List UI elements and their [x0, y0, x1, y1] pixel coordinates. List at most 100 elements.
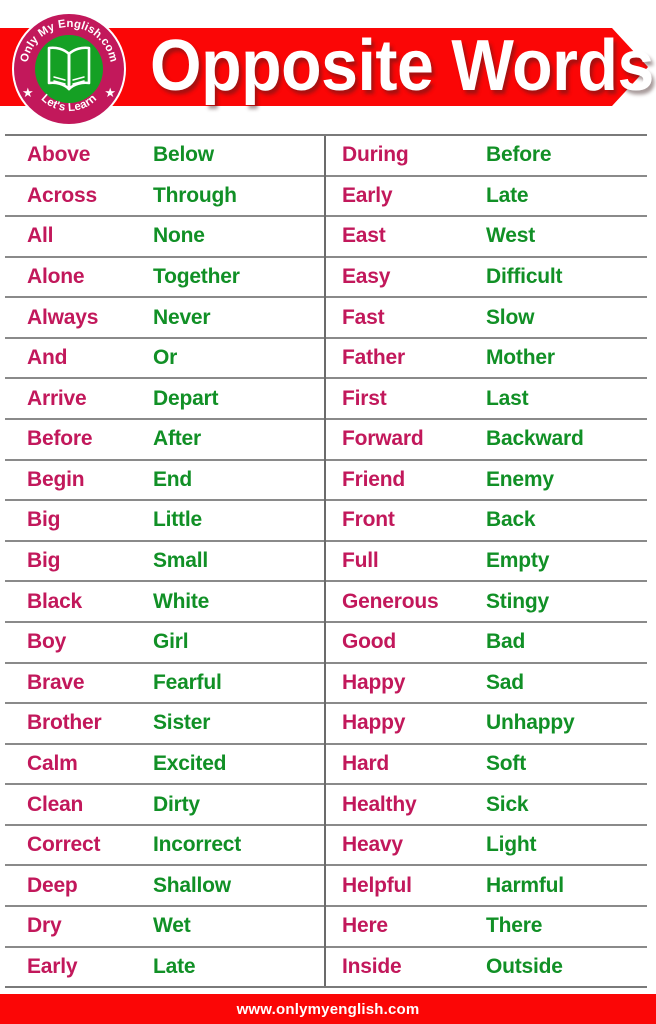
table-row: Clean Dirty: [5, 785, 324, 826]
word-cell: Happy: [342, 670, 406, 694]
table-row: Arrive Depart: [5, 379, 324, 421]
word-cell: All: [27, 224, 54, 248]
opposite-words-table: Above Below Across Through All None Alone Toget…: [5, 134, 647, 988]
opposite-cell: Depart: [153, 386, 219, 410]
word-cell: Brave: [27, 670, 85, 694]
table-row: All None: [5, 217, 324, 258]
word-cell: Full: [342, 549, 379, 573]
opposite-cell: Mother: [486, 346, 555, 370]
opposite-cell: Last: [486, 386, 529, 410]
word-cell: Big: [27, 549, 61, 573]
word-cell: Calm: [27, 751, 78, 775]
opposite-cell: Bad: [486, 630, 526, 654]
opposite-cell: Late: [153, 954, 196, 978]
open-book-icon: [47, 46, 91, 91]
table-row: Inside Outside: [326, 948, 647, 987]
opposite-cell: End: [153, 467, 193, 491]
table-row: Generous Stingy: [326, 582, 647, 623]
opposite-cell: Before: [486, 143, 552, 167]
opposite-cell: Backward: [486, 427, 584, 451]
word-cell: Happy: [342, 711, 406, 735]
opposite-cell: West: [486, 224, 535, 248]
table-row: Brother Sister: [5, 704, 324, 745]
word-cell: Correct: [27, 833, 101, 857]
word-cell: Forward: [342, 427, 424, 451]
logo-star-left-icon: ★: [22, 85, 34, 100]
table-row: Calm Excited: [5, 745, 324, 786]
opposite-cell: Unhappy: [486, 711, 575, 735]
opposite-cell: Stingy: [486, 589, 549, 613]
word-cell: Healthy: [342, 792, 417, 816]
table-row: Big Little: [5, 501, 324, 542]
opposite-cell: Enemy: [486, 467, 554, 491]
table-row: And Or: [5, 339, 324, 380]
opposite-cell: Small: [153, 549, 209, 573]
word-cell: Before: [27, 427, 93, 451]
page-title: Opposite Words: [150, 26, 654, 106]
opposite-cell: After: [153, 427, 202, 451]
opposite-cell: Difficult: [486, 265, 563, 289]
opposite-cell: Together: [153, 265, 240, 289]
opposite-cell: Girl: [153, 630, 189, 654]
table-row: During Before: [326, 136, 647, 177]
word-cell: Fast: [342, 305, 385, 329]
table-row: Begin End: [5, 461, 324, 502]
opposite-cell: Wet: [153, 914, 191, 938]
footer-bar: www.onlymyenglish.com: [0, 994, 656, 1024]
footer-website-url: www.onlymyenglish.com: [236, 1000, 420, 1018]
opposite-cell: White: [153, 589, 210, 613]
opposite-cell: None: [153, 224, 205, 248]
word-cell: Here: [342, 914, 388, 938]
opposite-cell: Through: [153, 183, 237, 207]
word-cell: Father: [342, 346, 405, 370]
opposite-cell: Below: [153, 143, 214, 167]
table-row: Always Never: [5, 298, 324, 339]
word-cell: Boy: [27, 630, 67, 654]
opposite-cell: Harmful: [486, 873, 564, 897]
opposite-cell: Light: [486, 833, 537, 857]
opposite-cell: Sick: [486, 792, 529, 816]
brand-logo: Only My English.com Let's Learn ★ ★: [14, 14, 124, 124]
word-cell: During: [342, 143, 409, 167]
opposite-cell: Outside: [486, 954, 563, 978]
word-cell: Generous: [342, 589, 439, 613]
word-cell: Hard: [342, 751, 390, 775]
table-row: Big Small: [5, 542, 324, 583]
table-row: Front Back: [326, 501, 647, 542]
table-row: Early Late: [326, 177, 647, 218]
table-row: Boy Girl: [5, 623, 324, 664]
word-cell: Good: [342, 630, 397, 654]
word-cell: First: [342, 386, 387, 410]
table-row: Hard Soft: [326, 745, 647, 786]
opposite-cell: Fearful: [153, 670, 222, 694]
word-cell: Early: [27, 954, 78, 978]
table-row: Easy Difficult: [326, 258, 647, 299]
table-row: Deep Shallow: [5, 866, 324, 907]
opposite-cell: Late: [486, 183, 529, 207]
table-row: Before After: [5, 420, 324, 461]
word-cell: Front: [342, 508, 395, 532]
opposite-cell: Soft: [486, 751, 527, 775]
word-cell: Deep: [27, 873, 78, 897]
word-cell: Arrive: [27, 386, 87, 410]
opposite-cell: Sister: [153, 711, 211, 735]
opposite-cell: Excited: [153, 751, 227, 775]
opposite-cell: There: [486, 914, 543, 938]
opposite-cell: Empty: [486, 549, 550, 573]
logo-star-right-icon: ★: [104, 85, 116, 100]
word-cell: Always: [27, 305, 99, 329]
opposite-words-infographic: Opposite Words Only My English.com Let's…: [0, 0, 656, 1024]
table-row: Alone Together: [5, 258, 324, 299]
word-cell: Big: [27, 508, 61, 532]
table-column-right: During Before Early Late East West Easy Difficu…: [326, 136, 647, 986]
word-cell: Helpful: [342, 873, 412, 897]
word-cell: Across: [27, 183, 98, 207]
word-cell: Easy: [342, 265, 391, 289]
table-column-left: Above Below Across Through All None Alone Toget…: [5, 136, 326, 986]
table-row: Brave Fearful: [5, 664, 324, 705]
opposite-cell: Slow: [486, 305, 535, 329]
table-row: Full Empty: [326, 542, 647, 583]
table-row: Good Bad: [326, 623, 647, 664]
opposite-cell: Never: [153, 305, 211, 329]
word-cell: Begin: [27, 467, 85, 491]
